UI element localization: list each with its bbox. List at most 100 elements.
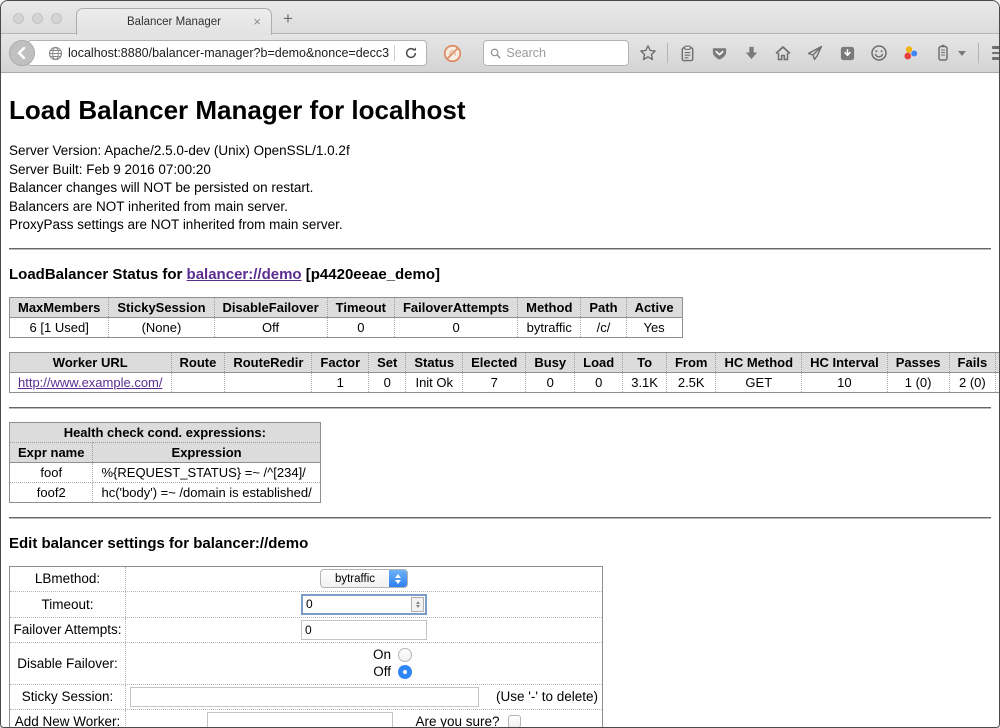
column-header: Active [626, 297, 682, 317]
cell-set: 0 [369, 372, 406, 392]
disable-failover-on-radio[interactable] [398, 648, 412, 662]
add-worker-input[interactable] [207, 712, 393, 728]
cell-expression: %{REQUEST_STATUS} =~ /^[234]/ [93, 462, 320, 482]
cell-method: bytraffic [518, 317, 581, 337]
new-tab-button[interactable]: + [283, 10, 293, 27]
cell-maxmembers: 6 [1 Used] [10, 317, 109, 337]
back-button[interactable] [9, 40, 35, 66]
divider [9, 248, 991, 250]
square-download-icon [839, 45, 856, 62]
menu-button[interactable] [987, 40, 1000, 66]
add-worker-label: Add New Worker: [10, 710, 126, 728]
balancer-demo-link[interactable]: balancer://demo [187, 266, 302, 283]
toolbar-divider [667, 43, 668, 63]
hc-expr-row: foof %{REQUEST_STATUS} =~ /^[234]/ [10, 462, 321, 482]
column-header: FailoverAttempts [394, 297, 517, 317]
cell-worker-url: http://www.example.com/ [10, 372, 172, 392]
balancer-settings-form: LBmethod: bytraffic Timeout: 0 [9, 566, 603, 728]
cell-route [171, 372, 225, 392]
column-header: StickySession [109, 297, 214, 317]
cell-load: 0 [575, 372, 623, 392]
status-heading-prefix: LoadBalancer Status for [9, 266, 187, 283]
disable-failover-row: Disable Failover: On Off [10, 643, 602, 685]
timeout-input[interactable]: 0 [301, 594, 427, 615]
cell-path: /c/ [581, 317, 626, 337]
bookmark-star-button[interactable] [635, 40, 661, 66]
table-header-row: MaxMembers StickySession DisableFailover… [10, 297, 683, 317]
cell-to: 3.1K [623, 372, 667, 392]
column-header: Busy [526, 352, 575, 372]
persist-notice-line: Balancer changes will NOT be persisted o… [9, 179, 991, 198]
cell-hc-interval: 10 [802, 372, 888, 392]
battery-button[interactable] [930, 40, 956, 66]
search-input[interactable] [506, 46, 622, 60]
cell-expression: hc('body') =~ /domain is established/ [93, 482, 320, 502]
tab-close-icon[interactable]: × [253, 15, 261, 28]
adblock-icon [443, 44, 462, 63]
clipboard-button[interactable] [674, 40, 700, 66]
search-bar[interactable] [483, 40, 629, 66]
hc-table-title: Health check cond. expressions: [10, 422, 321, 442]
column-header: MaxMembers [10, 297, 109, 317]
proxypass-notice-line: ProxyPass settings are NOT inherited fro… [9, 216, 991, 235]
column-header: Elected [463, 352, 526, 372]
column-header: HC uri [996, 352, 999, 372]
palette-button[interactable] [898, 40, 924, 66]
cell-disablefailover: Off [214, 317, 327, 337]
column-header: Load [575, 352, 623, 372]
cell-routeredir [225, 372, 312, 392]
home-button[interactable] [770, 40, 796, 66]
worker-url-link[interactable]: http://www.example.com/ [18, 375, 163, 390]
cell-from: 2.5K [666, 372, 716, 392]
disable-failover-label: Disable Failover: [10, 643, 126, 684]
page-content: Load Balancer Manager for localhost Serv… [1, 73, 999, 727]
lbmethod-select[interactable]: bytraffic [320, 569, 408, 588]
worker-row: http://www.example.com/ 1 0 Init Ok 7 0 … [10, 372, 1000, 392]
reload-button[interactable] [400, 40, 422, 66]
close-window-button[interactable] [13, 13, 24, 24]
column-header: Set [369, 352, 406, 372]
url-bar[interactable]: localhost:8880/balancer-manager?b=demo&n… [27, 40, 427, 66]
search-icon [490, 47, 501, 60]
zoom-window-button[interactable] [51, 13, 62, 24]
column-header: Method [518, 297, 581, 317]
feedback-button[interactable] [866, 40, 892, 66]
minimize-window-button[interactable] [32, 13, 43, 24]
cell-status: Init Ok [406, 372, 463, 392]
table-header-row: Worker URL Route RouteRedir Factor Set S… [10, 352, 1000, 372]
star-icon [639, 44, 657, 62]
status-heading-suffix: [p4420eeae_demo] [302, 266, 440, 283]
adblock-button[interactable] [439, 40, 465, 66]
lbmethod-row: LBmethod: bytraffic [10, 567, 602, 592]
toolbar-divider [978, 43, 979, 63]
column-header: Expr name [10, 442, 93, 462]
server-version-line: Server Version: Apache/2.5.0-dev (Unix) … [9, 142, 991, 161]
health-check-table: Health check cond. expressions: Expr nam… [9, 422, 321, 503]
are-you-sure-checkbox[interactable] [508, 715, 521, 727]
column-header: Timeout [327, 297, 394, 317]
cell-busy: 0 [526, 372, 575, 392]
lbmethod-label: LBmethod: [10, 567, 126, 591]
table-row: 6 [1 Used] (None) Off 0 0 bytraffic /c/ … [10, 317, 683, 337]
sticky-session-input[interactable] [130, 687, 479, 707]
select-stepper-icon [389, 570, 407, 587]
divider [9, 407, 991, 409]
column-header: From [666, 352, 716, 372]
save-page-button[interactable] [834, 40, 860, 66]
failover-attempts-input[interactable] [301, 620, 427, 640]
tab-balancer-manager[interactable]: Balancer Manager × [76, 8, 272, 35]
number-spinner-icon[interactable] [411, 597, 424, 612]
disable-failover-off-radio[interactable] [398, 665, 412, 679]
cell-active: Yes [626, 317, 682, 337]
cell-fails: 2 (0) [949, 372, 996, 392]
column-header: HC Method [716, 352, 802, 372]
column-header: DisableFailover [214, 297, 327, 317]
column-header: Worker URL [10, 352, 172, 372]
pocket-button[interactable] [706, 40, 732, 66]
sticky-session-label: Sticky Session: [10, 685, 126, 709]
battery-dropdown-caret[interactable] [958, 51, 966, 56]
cell-failoverattempts: 0 [394, 317, 517, 337]
downloads-button[interactable] [738, 40, 764, 66]
cell-elected: 7 [463, 372, 526, 392]
send-tab-button[interactable] [802, 40, 828, 66]
